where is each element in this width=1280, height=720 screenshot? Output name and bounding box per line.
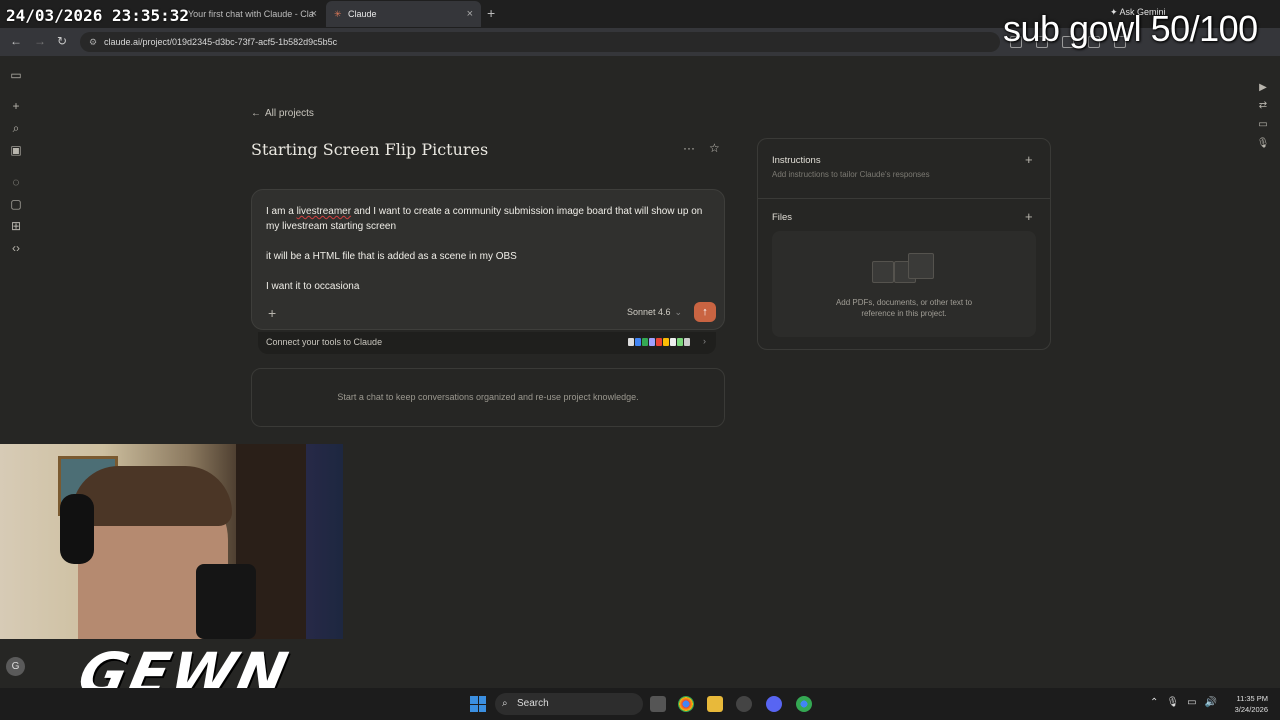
code-icon[interactable]: ‹› xyxy=(9,241,23,255)
sub-goal-counter: sub gowl 50/100 xyxy=(1003,8,1258,49)
mic-icon[interactable]: 🎙 xyxy=(1166,697,1179,708)
new-chat-icon[interactable]: + xyxy=(9,99,23,113)
tab-first-chat[interactable]: Your first chat with Claude - Cla × xyxy=(180,1,325,27)
url-input[interactable]: ⚙ claude.ai/project/019d2345-d3bc-73f7-a… xyxy=(80,32,1000,52)
microphone-icon[interactable]: 🎙 xyxy=(1256,138,1270,152)
chevron-down-icon: ⌄ xyxy=(674,307,683,317)
add-instructions-icon[interactable]: + xyxy=(1025,152,1033,167)
search-label: Search xyxy=(517,698,549,709)
connect-tools-label: Connect your tools to Claude xyxy=(266,337,383,347)
forward-icon[interactable]: → xyxy=(34,34,46,48)
tool-icon xyxy=(656,338,662,346)
url-text: claude.ai/project/019d2345-d3bc-73f7-acf… xyxy=(104,37,338,47)
send-button[interactable]: ↑ xyxy=(694,302,716,322)
add-files-icon[interactable]: + xyxy=(1025,209,1033,224)
back-icon[interactable]: ← xyxy=(10,34,22,48)
chrome-alt-icon[interactable] xyxy=(796,696,812,712)
claude-favicon-icon: ✳ xyxy=(334,9,342,19)
system-tray: ⌃ 🎙 ▭ 🔊 xyxy=(1150,697,1217,708)
stream-timestamp: 24/03/2026 23:35:32 xyxy=(6,6,190,25)
chat-composer[interactable]: I am a livestreamer and I want to create… xyxy=(251,189,725,330)
project-title: Starting Screen Flip Pictures xyxy=(251,140,489,159)
obs-icon[interactable] xyxy=(736,696,752,712)
composer-line-3: I want it to occasiona xyxy=(266,281,360,292)
discord-icon[interactable] xyxy=(766,696,782,712)
tool-icon xyxy=(635,338,641,346)
tool-icon xyxy=(642,338,648,346)
projects-icon[interactable]: ▣ xyxy=(9,143,23,157)
more-options-icon[interactable]: ··· xyxy=(683,141,695,155)
artifacts-icon[interactable]: ⊞ xyxy=(9,219,23,233)
taskbar-search[interactable]: ⌕ Search xyxy=(495,693,643,715)
search-icon[interactable]: ⌕ xyxy=(9,121,23,135)
avatar[interactable]: G xyxy=(6,657,25,676)
chevron-right-icon: › xyxy=(703,336,706,346)
documents-icon xyxy=(872,253,938,283)
play-icon[interactable]: ▶ xyxy=(1256,82,1270,96)
site-info-icon[interactable]: ⚙ xyxy=(89,32,97,52)
close-icon[interactable]: × xyxy=(311,8,317,20)
streamer-hair xyxy=(72,466,232,526)
composer-line-2: it will be a HTML file that is added as … xyxy=(266,251,517,262)
chat-bubble-icon[interactable]: ▭ xyxy=(1256,119,1270,133)
add-attachment-icon[interactable]: + xyxy=(268,305,276,321)
sidebar-toggle-icon[interactable]: ▭ xyxy=(9,68,23,82)
divider xyxy=(758,198,1050,199)
close-icon[interactable]: × xyxy=(467,8,473,20)
clock-time: 11:35 PM xyxy=(1236,694,1268,703)
search-icon: ⌕ xyxy=(502,698,508,709)
chrome-icon[interactable] xyxy=(678,696,694,712)
reload-icon[interactable]: ↻ xyxy=(57,34,67,48)
share-icon[interactable]: ⇄ xyxy=(1256,100,1270,114)
task-view-icon[interactable] xyxy=(650,696,666,712)
chats-icon[interactable]: ◌ xyxy=(9,175,23,189)
model-selector[interactable]: Sonnet 4.6 ⌄ xyxy=(627,307,682,318)
tab-claude[interactable]: ✳ Claude × xyxy=(326,1,481,27)
file-explorer-icon[interactable] xyxy=(707,696,723,712)
files-title: Files xyxy=(772,212,793,223)
back-to-projects-link[interactable]: ← All projects xyxy=(251,108,314,119)
model-label: Sonnet 4.6 xyxy=(627,307,671,317)
tool-icon xyxy=(628,338,634,346)
tab-label: Claude xyxy=(348,9,377,19)
windows-taskbar: ⌕ Search ⌃ 🎙 ▭ 🔊 11:35 PM 3/24/2026 xyxy=(0,688,1280,720)
tab-label: Your first chat with Claude - Cla xyxy=(188,9,314,19)
tool-icon xyxy=(677,338,683,346)
tool-icon xyxy=(684,338,690,346)
chevron-up-icon[interactable]: ⌃ xyxy=(1150,697,1158,708)
headset xyxy=(60,494,94,564)
misspelled-word: livestreamer xyxy=(296,206,352,217)
composer-line-1: I am a livestreamer and I want to create… xyxy=(266,206,703,232)
empty-chats-placeholder: Start a chat to keep conversations organ… xyxy=(251,368,725,427)
tool-icon xyxy=(649,338,655,346)
arrow-left-icon: ← xyxy=(251,108,261,119)
clock-date: 3/24/2026 xyxy=(1234,705,1268,714)
clock[interactable]: 11:35 PM 3/24/2026 xyxy=(1226,693,1268,715)
microphone xyxy=(196,564,256,639)
windows-start-icon[interactable] xyxy=(470,696,486,712)
webcam-feed xyxy=(0,444,343,639)
folder-icon[interactable]: ▢ xyxy=(9,197,23,211)
connect-tools-bar[interactable]: Connect your tools to Claude › xyxy=(258,332,716,354)
instructions-title: Instructions xyxy=(772,155,821,166)
new-tab-button[interactable]: + xyxy=(487,5,495,21)
back-link-label: All projects xyxy=(265,108,314,119)
tool-logos xyxy=(628,338,690,346)
star-icon[interactable]: ☆ xyxy=(709,141,720,155)
title-actions: ··· ☆ xyxy=(683,141,720,155)
volume-icon[interactable]: 🔊 xyxy=(1205,697,1217,708)
network-icon[interactable]: ▭ xyxy=(1187,697,1196,708)
instructions-hint: Add instructions to tailor Claude's resp… xyxy=(772,170,930,179)
files-dropzone[interactable]: Add PDFs, documents, or other text to re… xyxy=(772,231,1036,337)
project-side-panel: Instructions Add instructions to tailor … xyxy=(757,138,1051,350)
tool-icon xyxy=(670,338,676,346)
files-hint: Add PDFs, documents, or other text to re… xyxy=(835,298,973,318)
tool-icon xyxy=(663,338,669,346)
